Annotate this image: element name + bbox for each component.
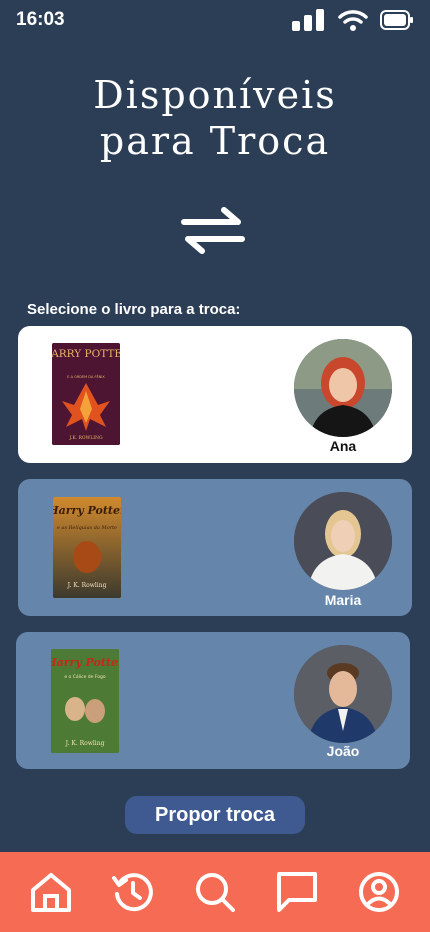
signal-icon — [292, 9, 324, 31]
owner-name: Maria — [324, 592, 362, 608]
nav-search[interactable] — [193, 870, 237, 914]
battery-icon — [380, 10, 413, 30]
owner-name: Ana — [329, 438, 357, 454]
book-title: HARRY POTTER — [52, 348, 120, 360]
home-icon — [31, 873, 71, 912]
nav-profile[interactable] — [357, 870, 401, 914]
page-title-line-1: Disponíveis — [93, 73, 337, 117]
owner-name: João — [326, 743, 360, 759]
bottom-nav — [0, 852, 430, 932]
book-author: J. K. Rowling — [65, 740, 105, 747]
status-bar: 16:03 — [0, 0, 430, 44]
book-title: Harry Potter — [51, 656, 119, 669]
page-title: Disponíveis para Troca — [0, 72, 430, 164]
book-title: Harry Potter — [53, 504, 121, 517]
status-time: 16:03 — [16, 9, 65, 30]
swap-arrows-icon — [181, 207, 245, 254]
propose-trade-button[interactable]: Propor troca — [125, 796, 305, 834]
book-subtitle: e as Relíquias da Morte — [57, 524, 117, 531]
book-cover: Harry Potter e as Relíquias da Morte J. … — [53, 497, 121, 598]
page-title-line-2: para Troca — [99, 119, 331, 163]
nav-chat[interactable] — [275, 870, 319, 914]
search-icon — [196, 873, 235, 912]
book-card-maria[interactable]: Harry Potter e as Relíquias da Morte J. … — [18, 479, 412, 616]
avatar — [294, 492, 392, 590]
avatar — [294, 339, 392, 437]
chat-icon — [277, 872, 317, 912]
status-icons — [292, 9, 414, 31]
book-cover: HARRY POTTER E A ORDEM DA FÊNIX J.K. ROW… — [52, 343, 120, 445]
profile-icon — [359, 872, 399, 912]
wifi-icon — [338, 10, 368, 31]
book-card-ana[interactable]: HARRY POTTER E A ORDEM DA FÊNIX J.K. ROW… — [18, 326, 412, 463]
avatar — [294, 645, 392, 743]
book-author: J. K. Rowling — [67, 582, 107, 589]
nav-home[interactable] — [29, 870, 73, 914]
book-cover: Harry Potter e o Cálice de Fogo J. K. Ro… — [51, 649, 119, 753]
book-subtitle: E A ORDEM DA FÊNIX — [67, 374, 105, 379]
history-icon — [112, 873, 153, 912]
book-card-joao[interactable]: Harry Potter e o Cálice de Fogo J. K. Ro… — [16, 632, 410, 769]
book-author: J.K. ROWLING — [68, 435, 103, 441]
nav-history[interactable] — [111, 870, 155, 914]
book-subtitle: e o Cálice de Fogo — [64, 673, 106, 680]
selection-instruction: Selecione o livro para a troca: — [27, 301, 241, 318]
